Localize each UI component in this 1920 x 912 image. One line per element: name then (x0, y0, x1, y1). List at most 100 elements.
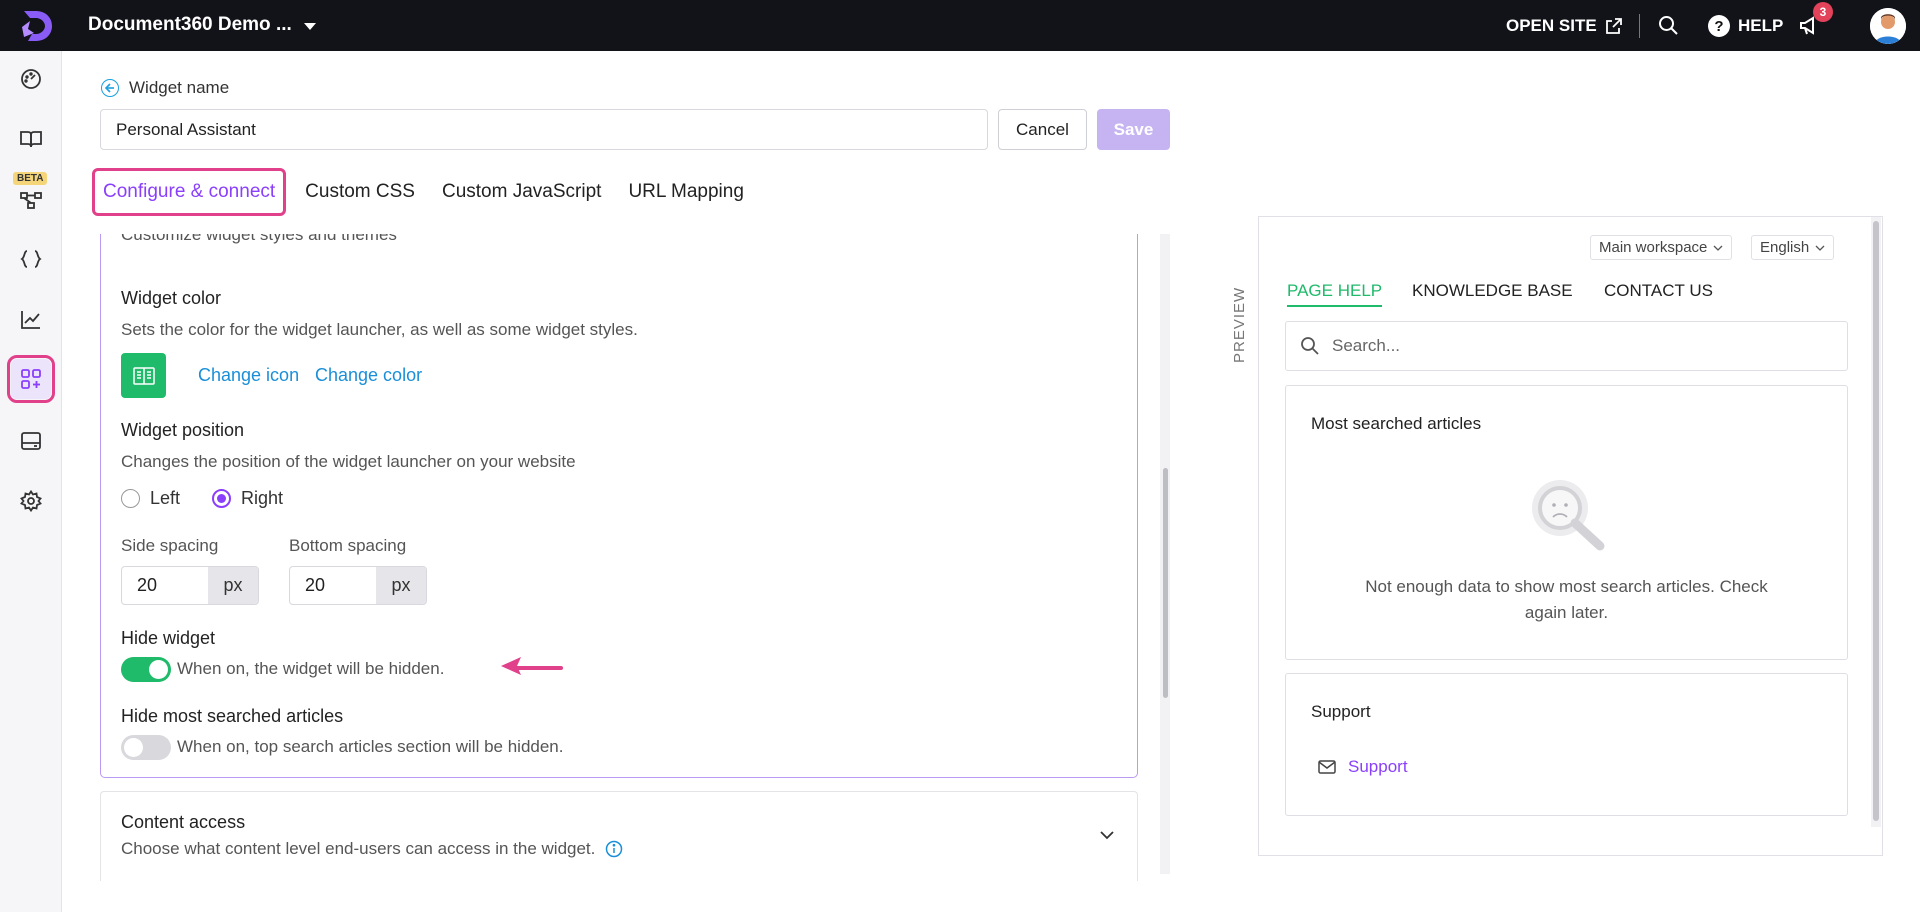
language-select[interactable]: English (1751, 235, 1835, 260)
analytics-icon (21, 311, 40, 329)
dashboard-icon (21, 69, 41, 89)
chevron-down-icon (1713, 245, 1723, 251)
top-bar: Document360 Demo ... OPEN SITE ? HELP 3 (0, 0, 1920, 51)
document360-logo-icon[interactable] (18, 7, 56, 45)
preview-tab-knowledge-base[interactable]: KNOWLEDGE BASE (1412, 281, 1573, 301)
search-icon[interactable] (1658, 15, 1679, 41)
position-right-radio[interactable] (212, 489, 231, 508)
hide-widget-toggle[interactable] (121, 657, 171, 682)
preview-tab-page-help[interactable]: PAGE HELP (1287, 281, 1383, 307)
most-searched-title: Most searched articles (1311, 414, 1482, 433)
settings-icon (20, 490, 42, 512)
tab-custom-css[interactable]: Custom CSS (305, 181, 415, 203)
support-link[interactable]: Support (1318, 757, 1408, 777)
preview-search-placeholder: Search... (1332, 336, 1401, 355)
open-site-link[interactable]: OPEN SITE (1506, 16, 1623, 36)
info-icon[interactable] (605, 840, 623, 858)
bottom-spacing-value[interactable]: 20 (290, 567, 376, 604)
preview-scrollbar[interactable] (1871, 217, 1881, 827)
position-left-radio[interactable] (121, 489, 140, 508)
layout-icon (21, 432, 41, 450)
sidebar-item-api[interactable] (11, 239, 51, 279)
tab-configure-connect[interactable]: Configure & connect (92, 168, 287, 216)
workspace-select[interactable]: Main workspace (1590, 235, 1733, 260)
position-left-option[interactable]: Left (121, 488, 180, 509)
style-settings-panel: Customize widget styles and themes Widge… (100, 234, 1138, 778)
sidebar-item-settings[interactable] (11, 481, 51, 521)
chevron-down-icon (303, 22, 316, 30)
chevron-down-icon[interactable] (1099, 830, 1115, 840)
empty-state-message-line1: Not enough data to show most search arti… (1365, 577, 1768, 596)
widget-position-label: Widget position (121, 420, 245, 440)
empty-search-magnifier-icon (1532, 480, 1605, 551)
pointer-arrow-annotation (501, 657, 563, 675)
hide-searched-articles-toggle[interactable] (121, 735, 171, 760)
empty-state-message-line2: again later. (1524, 603, 1609, 622)
project-name: Document360 Demo ... (88, 14, 292, 35)
workflow-icon (20, 192, 42, 209)
book-icon (20, 131, 42, 148)
support-title: Support (1311, 702, 1371, 721)
position-right-label: Right (241, 488, 284, 508)
search-icon (1301, 337, 1319, 355)
topbar-divider (1639, 14, 1640, 38)
style-section-description: Customize widget styles and themes (121, 234, 397, 244)
sidebar-item-layout[interactable] (11, 421, 51, 461)
back-to-widgets[interactable]: Widget name (101, 78, 229, 98)
side-spacing-input[interactable]: 20 px (121, 566, 259, 605)
preview-tab-contact-us[interactable]: CONTACT US (1604, 281, 1713, 301)
side-spacing-value[interactable]: 20 (122, 567, 208, 604)
preview-search-input[interactable]: Search... (1285, 321, 1848, 371)
back-arrow-icon (101, 79, 119, 97)
bottom-spacing-input[interactable]: 20 px (289, 566, 427, 605)
language-value: English (1760, 239, 1810, 256)
bottom-spacing-unit: px (376, 567, 426, 604)
change-color-link[interactable]: Change color (315, 365, 422, 386)
widget-color-description: Sets the color for the widget launcher, … (121, 320, 638, 339)
help-button[interactable]: ? HELP (1708, 15, 1783, 37)
project-switcher[interactable]: Document360 Demo ... (88, 14, 316, 36)
left-sidebar: BETA (0, 51, 62, 912)
widgets-icon (21, 369, 41, 389)
hide-widget-description: When on, the widget will be hidden. (177, 659, 445, 678)
tab-url-mapping[interactable]: URL Mapping (628, 181, 743, 203)
preview-scrollbar-thumb[interactable] (1873, 221, 1879, 821)
workspace-value: Main workspace (1599, 239, 1708, 256)
change-icon-link[interactable]: Change icon (198, 365, 299, 386)
help-label: HELP (1738, 16, 1784, 35)
tab-custom-javascript[interactable]: Custom JavaScript (442, 181, 601, 203)
side-spacing-label: Side spacing (121, 536, 219, 555)
preview-label: PREVIEW (1231, 286, 1248, 363)
widget-color-swatch[interactable] (121, 353, 166, 398)
save-button[interactable]: Save (1097, 109, 1170, 150)
open-book-icon (132, 366, 155, 385)
sidebar-item-analytics[interactable] (11, 299, 51, 339)
support-link-label: Support (1348, 757, 1408, 776)
bottom-spacing-label: Bottom spacing (289, 536, 407, 555)
cancel-button[interactable]: Cancel (998, 109, 1087, 150)
chevron-down-icon (1815, 245, 1825, 251)
widget-preview: Main workspace English PAGE HELP KNOWLED… (1258, 216, 1883, 856)
toggle-knob (124, 738, 143, 757)
widget-position-description: Changes the position of the widget launc… (121, 452, 576, 471)
code-braces-icon (20, 250, 42, 268)
content-access-title: Content access (121, 812, 246, 832)
toggle-knob (149, 660, 168, 679)
config-scrollbar-thumb[interactable] (1163, 468, 1168, 698)
mail-icon (1318, 760, 1336, 774)
user-avatar[interactable] (1870, 8, 1906, 44)
side-spacing-unit: px (208, 567, 258, 604)
widget-name-label: Widget name (129, 78, 230, 97)
sidebar-item-dashboard[interactable] (11, 59, 51, 99)
sidebar-item-workflow[interactable] (11, 179, 51, 219)
content-access-description: Choose what content level end-users can … (121, 839, 596, 858)
hide-searched-articles-label: Hide most searched articles (121, 706, 344, 726)
sidebar-item-widgets[interactable] (7, 355, 55, 403)
position-left-label: Left (150, 488, 181, 508)
widget-name-input[interactable] (100, 109, 988, 150)
position-right-option[interactable]: Right (212, 488, 283, 509)
sidebar-item-documentation[interactable] (11, 119, 51, 159)
content-access-section[interactable]: Content access Choose what content level… (100, 791, 1138, 881)
open-site-label: OPEN SITE (1506, 16, 1597, 35)
hide-searched-articles-description: When on, top search articles section wil… (177, 737, 564, 756)
